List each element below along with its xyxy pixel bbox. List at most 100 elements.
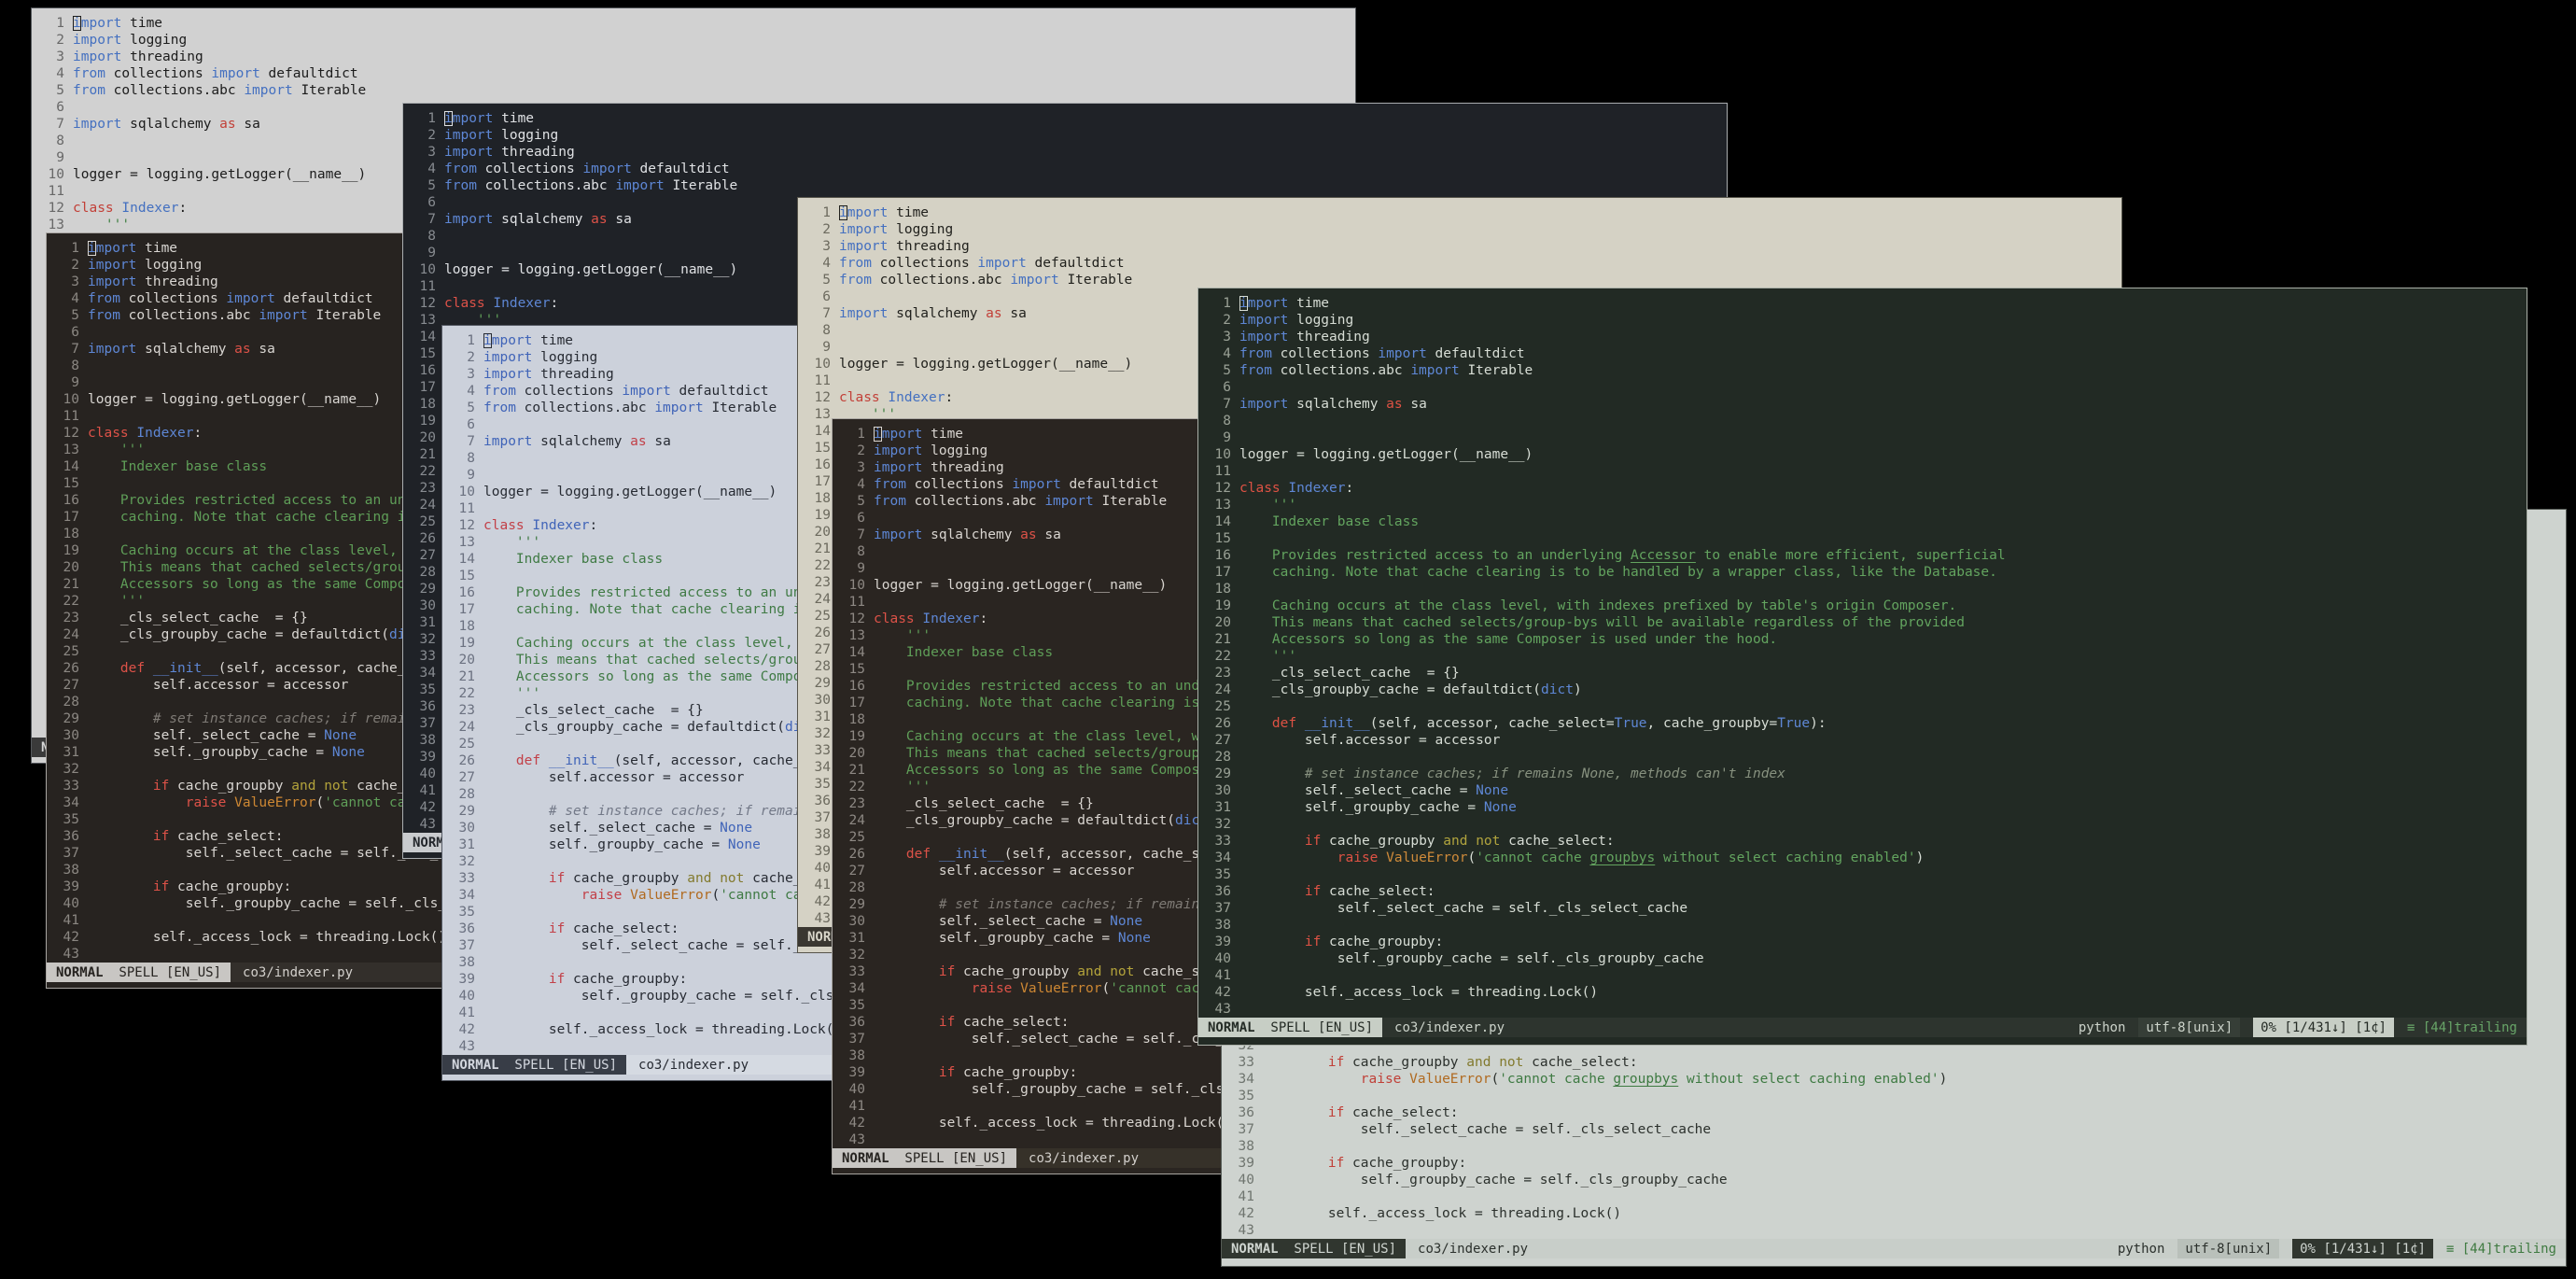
code-token: sa: [1001, 306, 1027, 321]
code-line: 2 import logging: [1198, 312, 2527, 329]
line-number: 25: [419, 514, 436, 529]
statusline-filename: co3/indexer.py: [1394, 1019, 1505, 1035]
line-number: 11: [1214, 464, 1231, 479]
code-token: cache_groupby:: [565, 972, 688, 987]
code-token: import: [622, 384, 671, 399]
code-line: 38: [1222, 1138, 2566, 1155]
statusline-trailing-whitespace-indicator: ≡ [44]trailing: [2406, 1019, 2517, 1035]
code-token: ):: [1810, 716, 1827, 731]
code-token: :: [550, 296, 559, 311]
line-number: 38: [63, 863, 79, 878]
code-token: None: [1476, 783, 1509, 798]
code-token: and: [291, 779, 316, 794]
code-line: 37 self._select_cache = self._cls_select…: [1198, 900, 2527, 917]
code-token: import: [1044, 494, 1094, 509]
line-number: 24: [814, 592, 831, 607]
code-token: collections: [1271, 346, 1379, 361]
code-token: cache_groupby: [1344, 1055, 1467, 1070]
code-line: 22 ''': [1198, 648, 2527, 665]
code-token: self._groupby_cache = self._cls_groupby_…: [1239, 951, 1704, 966]
code-line: 12 class Indexer:: [1198, 480, 2527, 497]
line-number: 36: [419, 699, 436, 714]
line-number: 21: [419, 447, 436, 462]
code-token: groupbys: [1613, 1072, 1679, 1087]
code-line: 15: [1198, 530, 2527, 547]
code-token: import: [444, 212, 494, 227]
code-token: threading: [121, 49, 203, 64]
line-number: 13: [814, 407, 831, 422]
line-number: 33: [63, 779, 79, 794]
line-number: 39: [1214, 935, 1231, 949]
line-number: 33: [1238, 1055, 1254, 1070]
line-number: 26: [1214, 716, 1231, 731]
code-token: def: [1271, 716, 1297, 731]
code-token: raise: [1337, 850, 1379, 865]
code-token: (: [1101, 981, 1111, 996]
code-token: Iterable: [1459, 363, 1533, 378]
line-number: 9: [71, 375, 79, 390]
code-token: Iterable: [664, 178, 738, 193]
code-line: 1 import time: [1198, 295, 2527, 312]
code-token: not: [324, 779, 349, 794]
line-number: 3: [427, 145, 436, 160]
line-number: 6: [427, 195, 436, 210]
code-token: sa: [250, 342, 275, 357]
line-number: 14: [814, 424, 831, 439]
line-number: 39: [63, 879, 79, 894]
code-token: import: [73, 16, 122, 31]
code-line: 36 if cache_select:: [1198, 883, 2527, 900]
code-token: import: [839, 222, 889, 237]
code-token: _cls_groupby_cache = defaultdict(: [88, 627, 390, 642]
code-token: sqlalchemy: [136, 342, 235, 357]
line-number: 37: [848, 1032, 865, 1047]
code-token: ''': [88, 594, 146, 609]
code-token: without select caching enabled': [1678, 1072, 1939, 1087]
code-token: time: [1288, 296, 1330, 311]
code-line: 7 import sqlalchemy as sa: [1198, 396, 2527, 413]
code-token: __init__: [938, 847, 1004, 862]
code-token: Iterable: [1058, 273, 1133, 288]
code-token: from: [444, 178, 477, 193]
code-token: import: [1239, 330, 1289, 344]
line-number: 22: [458, 686, 475, 701]
code-token: as: [986, 306, 1002, 321]
code-token: :: [589, 518, 598, 533]
code-token: ''': [1239, 498, 1297, 513]
code-token: logging: [1288, 313, 1354, 328]
line-number: 40: [1238, 1173, 1254, 1188]
code-line: 39 if cache_groupby:: [1198, 934, 2527, 950]
statusline-position: 0% [1/431↓] [1¢]: [2253, 1018, 2394, 1037]
statusline-position: 0% [1/431↓] [1¢]: [2292, 1239, 2433, 1258]
line-number: 6: [467, 417, 475, 432]
line-number: 5: [857, 494, 865, 509]
line-number: 8: [427, 229, 436, 244]
statusline-mode-box: NORMAL SPELL [EN_US]: [442, 1055, 627, 1075]
line-number: 36: [1238, 1105, 1254, 1120]
code-token: import: [444, 111, 494, 126]
line-number: 29: [1214, 766, 1231, 781]
line-number: 28: [1214, 750, 1231, 765]
code-token: logging: [493, 128, 559, 143]
line-number: 3: [822, 239, 831, 254]
line-number: 37: [1214, 901, 1231, 916]
line-number: 38: [848, 1048, 865, 1063]
code-line: 4 from collections import defaultdict: [403, 161, 1727, 177]
line-number: 20: [1214, 615, 1231, 630]
line-number: 17: [458, 602, 475, 617]
code-token: import: [444, 145, 494, 160]
terminal-window-w4[interactable]: 1 import time 2 import logging 3 import threa…: [1197, 288, 2527, 1046]
code-token: sqlalchemy: [888, 306, 987, 321]
code-token: threading: [888, 239, 970, 254]
line-number: 17: [848, 696, 865, 710]
code-token: not: [720, 871, 745, 886]
code-token: import: [874, 460, 923, 475]
code-token: collections.abc: [119, 308, 259, 323]
line-number: 5: [467, 401, 475, 415]
code-token: threading: [532, 367, 614, 382]
line-number: 20: [419, 430, 436, 445]
